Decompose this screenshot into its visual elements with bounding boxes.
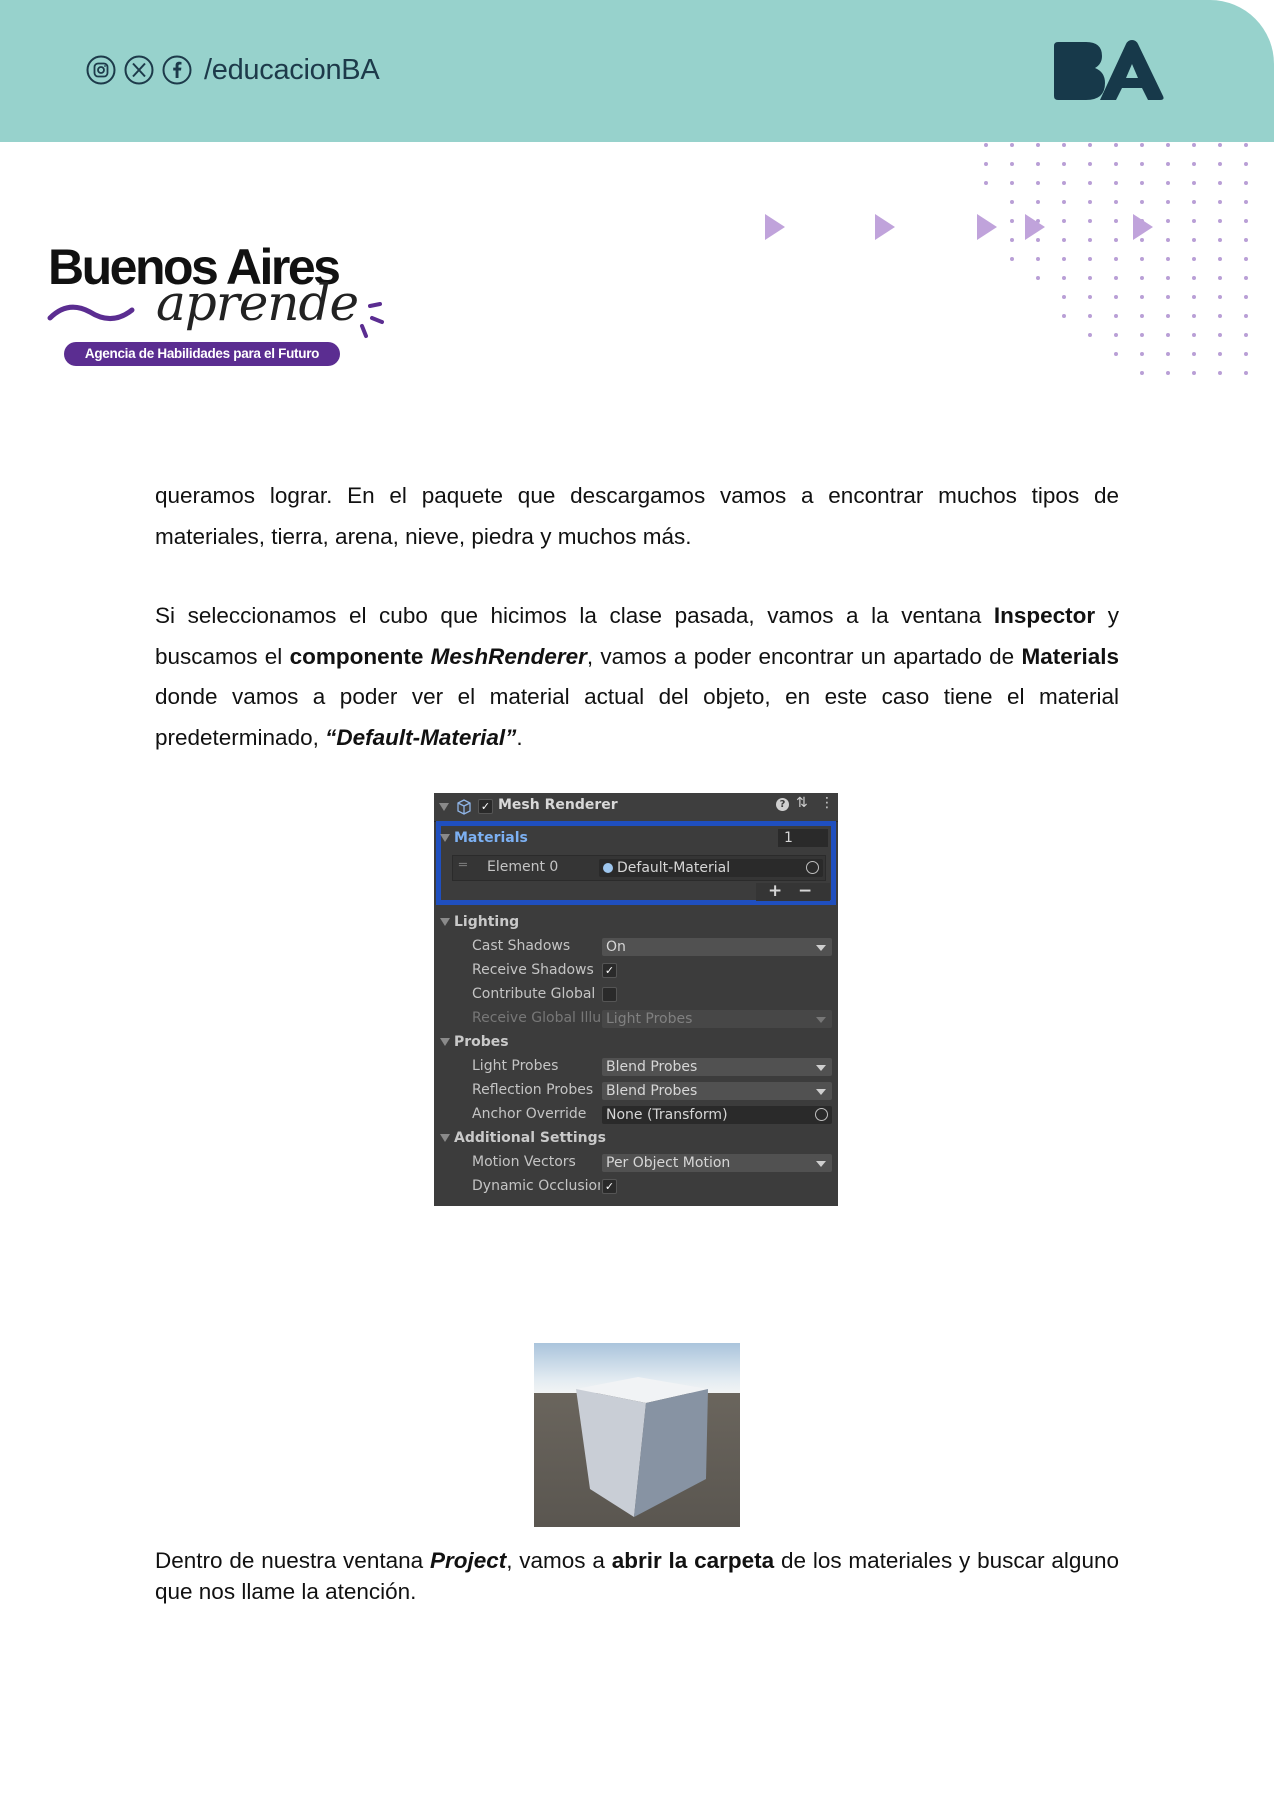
list-add-remove: + − [756, 881, 830, 901]
paragraph-2: Si seleccionamos el cubo que hicimos la … [155, 596, 1119, 758]
text: Dentro de nuestra ventana [155, 1548, 430, 1573]
material-sphere-icon [603, 863, 613, 873]
materials-label: Materials [454, 830, 528, 846]
motion-vectors-dropdown[interactable]: Per Object Motion [602, 1154, 832, 1172]
contribute-gi-checkbox[interactable]: ✓ [602, 987, 617, 1002]
buenos-aires-aprende-logo: Buenos Aires aprende Agencia de Habilida… [46, 238, 386, 378]
facebook-icon[interactable] [162, 55, 192, 85]
chevron-down-icon [816, 1089, 826, 1095]
paragraph-1: queramos lograr. En el paquete que desca… [155, 483, 1119, 549]
receive-gi-value: Light Probes [606, 1011, 693, 1027]
element-row: ═ Element 0 Default-Material [452, 855, 826, 881]
triangle-arrows [765, 214, 1153, 240]
cast-shadows-label: Cast Shadows [472, 938, 571, 954]
ba-logo [1054, 40, 1164, 100]
inspector-screenshot: ✓ Mesh Renderer ? ⇅ ⋮ Materials 1 ═ Elem… [434, 793, 838, 1206]
probes-label: Probes [454, 1034, 509, 1050]
motion-vectors-value: Per Object Motion [606, 1155, 731, 1171]
text: , vamos a poder encontrar un apartado de [586, 643, 1022, 669]
light-probes-value: Blend Probes [606, 1059, 698, 1075]
x-icon[interactable] [124, 55, 154, 85]
social-links: /educacionBA [86, 52, 380, 88]
component-header: ✓ Mesh Renderer ? ⇅ ⋮ [434, 793, 838, 822]
additional-settings-foldout[interactable]: Additional Settings [440, 1127, 606, 1149]
receive-shadows-checkbox[interactable]: ✓ [602, 963, 617, 978]
object-picker-icon[interactable] [815, 1108, 828, 1121]
anchor-override-label: Anchor Override [472, 1106, 587, 1122]
term-meshrenderer: MeshRenderer [430, 643, 587, 669]
materials-count-field[interactable]: 1 [778, 829, 828, 847]
collapse-arrow-icon[interactable] [439, 803, 449, 811]
element-value: Default-Material [617, 860, 731, 876]
remove-element-button[interactable]: − [798, 881, 812, 901]
drag-handle-icon[interactable]: ═ [459, 858, 467, 873]
paragraph-3: Dentro de nuestra ventana Project, vamos… [155, 1545, 1119, 1607]
enabled-checkbox[interactable]: ✓ [478, 799, 493, 814]
probes-foldout[interactable]: Probes [440, 1031, 509, 1053]
cast-shadows-dropdown[interactable]: On [602, 938, 832, 956]
receive-gi-dropdown: Light Probes [602, 1010, 832, 1028]
cube-render-image [534, 1343, 740, 1527]
dot-grid [984, 143, 1248, 375]
reflection-probes-dropdown[interactable]: Blend Probes [602, 1082, 832, 1100]
chevron-down-icon [816, 1161, 826, 1167]
term-default-material: “Default-Material” [325, 724, 517, 750]
term-project: Project [429, 1548, 507, 1573]
lighting-foldout[interactable]: Lighting [440, 911, 519, 933]
chevron-down-icon [816, 945, 826, 951]
element-label: Element 0 [487, 859, 559, 875]
term-materials: Materials [1021, 643, 1120, 669]
brand-subtitle: aprende [156, 274, 359, 332]
text: , vamos a [506, 1548, 612, 1573]
component-title: Mesh Renderer [498, 797, 618, 813]
social-handle[interactable]: /educacionBA [204, 54, 380, 87]
material-object-field[interactable]: Default-Material [599, 859, 823, 877]
text: Si seleccionamos el cubo que hicimos la … [155, 603, 994, 628]
motion-vectors-label: Motion Vectors [472, 1154, 576, 1170]
light-probes-label: Light Probes [472, 1058, 559, 1074]
contribute-gi-label: Contribute Global I [472, 986, 600, 1002]
anchor-override-field[interactable]: None (Transform) [602, 1106, 832, 1124]
chevron-down-icon [816, 1065, 826, 1071]
light-probes-dropdown[interactable]: Blend Probes [602, 1058, 832, 1076]
anchor-override-value: None (Transform) [606, 1107, 728, 1123]
help-icon[interactable]: ? [776, 798, 789, 811]
reflection-probes-value: Blend Probes [606, 1083, 698, 1099]
receive-gi-label: Receive Global Illu [472, 1010, 600, 1026]
preset-icon[interactable]: ⇅ [796, 795, 808, 811]
text: donde vamos a poder ver el material actu… [155, 684, 1119, 750]
term-abrir-la-carpeta: abrir la carpeta [611, 1548, 775, 1573]
receive-shadows-label: Receive Shadows [472, 962, 594, 978]
instagram-icon[interactable] [86, 55, 116, 85]
add-element-button[interactable]: + [768, 881, 782, 901]
term-componente: componente [289, 643, 431, 669]
brand-tagline: Agencia de Habilidades para el Futuro [64, 342, 340, 366]
object-picker-icon[interactable] [806, 861, 819, 874]
dynamic-occlusion-label: Dynamic Occlusion [472, 1178, 600, 1194]
materials-foldout[interactable]: Materials [440, 827, 528, 849]
decorative-pattern [765, 143, 1248, 375]
mesh-renderer-icon [457, 799, 471, 815]
header-band: /educacionBA [0, 0, 1274, 142]
term-inspector: Inspector [993, 603, 1096, 628]
more-options-icon[interactable]: ⋮ [820, 795, 834, 811]
lighting-label: Lighting [454, 914, 520, 930]
dynamic-occlusion-checkbox[interactable]: ✓ [602, 1179, 617, 1194]
reflection-probes-label: Reflection Probes [472, 1082, 594, 1098]
cast-shadows-value: On [606, 939, 626, 955]
text: . [516, 724, 523, 750]
additional-settings-label: Additional Settings [454, 1130, 606, 1146]
chevron-down-icon [816, 1017, 826, 1023]
